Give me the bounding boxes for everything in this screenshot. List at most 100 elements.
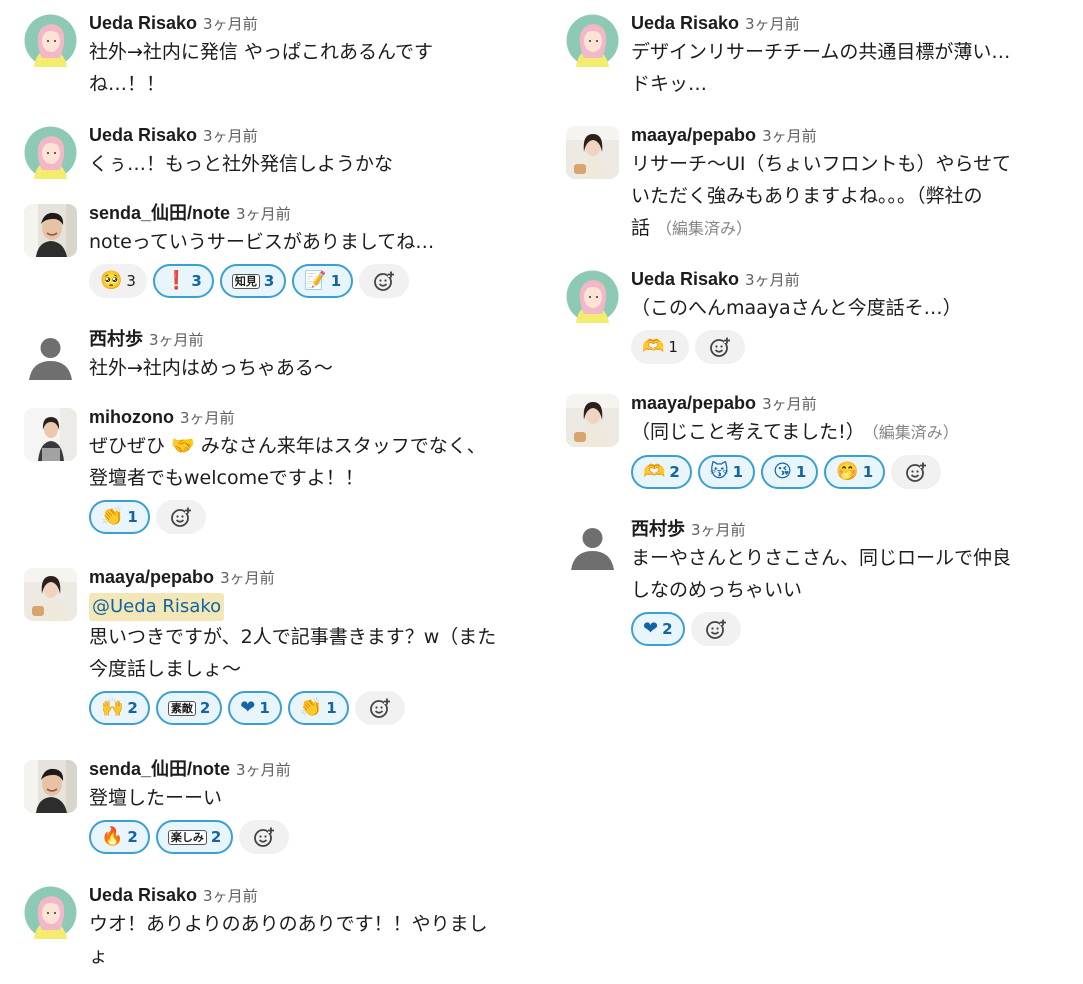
reaction-pill[interactable]: 👏 1 [287, 691, 349, 725]
message-header: maaya/pepabo 3ヶ月前 [631, 122, 1076, 148]
message-content: mihozono 3ヶ月前 ぜひぜひ 🤝 みなさん来年はスタッフでなく、 登壇者でもw… [89, 404, 544, 536]
tanoshimi-badge-icon: 楽しみ [167, 829, 207, 845]
author-name[interactable]: 西村歩 [89, 329, 143, 349]
message-line: まーやさんとりさこさん、同じロールで仲良 [631, 547, 1012, 569]
author-name[interactable]: senda_仙田/note [89, 203, 230, 223]
reaction-count: 3 [191, 272, 202, 290]
author-name[interactable]: 西村歩 [631, 519, 685, 539]
reaction-pill[interactable]: 知見 3 [219, 264, 287, 298]
message-line: ょ [89, 945, 109, 967]
timestamp[interactable]: 3ヶ月前 [180, 409, 235, 427]
reaction-pill[interactable]: 🔥 2 [89, 820, 150, 854]
reaction-pill[interactable]: 📝 1 [292, 264, 354, 298]
avatar[interactable] [566, 126, 619, 179]
avatar[interactable] [24, 886, 77, 939]
reaction-pill[interactable]: ❗ 3 [152, 264, 214, 298]
reaction-pill[interactable]: 🥺 3 [89, 264, 147, 298]
reaction-pill[interactable]: 🫶 2 [631, 455, 692, 489]
hush-face-icon: 🤭 [836, 461, 859, 482]
suteki-badge-icon: 素敵 [167, 700, 196, 716]
timestamp[interactable]: 3ヶ月前 [220, 569, 275, 587]
message-text: リサーチ〜UI（ちょいフロントも）やらせて いただく強みもありますよね。。。（弊社… [631, 148, 1076, 245]
avatar[interactable] [24, 204, 77, 257]
author-name[interactable]: Ueda Risako [631, 13, 739, 33]
timestamp[interactable]: 3ヶ月前 [691, 521, 746, 539]
reaction-pill[interactable]: 👏 1 [89, 500, 150, 534]
add-reaction-button[interactable] [891, 455, 942, 489]
add-reaction-button[interactable] [354, 691, 405, 725]
timestamp[interactable]: 3ヶ月前 [203, 15, 258, 33]
timestamp[interactable]: 3ヶ月前 [203, 887, 258, 905]
message-text: くぅ…！もっと社外発信しようかな [89, 148, 544, 180]
mention-row: @Ueda Risako [89, 590, 544, 621]
message-text: （同じこと考えてました!） （編集済み） [631, 416, 1076, 449]
message-content: Ueda Risako 3ヶ月前 （このへんmaayaさんと今度話そ…） 🫶 1 [631, 266, 1076, 366]
avatar[interactable] [24, 330, 77, 383]
message-header: Ueda Risako 3ヶ月前 [89, 10, 544, 36]
message-header: 西村歩 3ヶ月前 [631, 516, 1076, 542]
reaction-pill[interactable]: ❤ 2 [631, 612, 685, 646]
author-name[interactable]: maaya/pepabo [631, 125, 756, 145]
reaction-pill[interactable]: 😘 1 [761, 455, 819, 489]
timestamp[interactable]: 3ヶ月前 [745, 271, 800, 289]
add-reaction-button[interactable] [359, 264, 410, 298]
reaction-count: 1 [330, 272, 342, 290]
message-header: senda_仙田/note 3ヶ月前 [89, 200, 544, 226]
author-name[interactable]: Ueda Risako [89, 885, 197, 905]
timestamp[interactable]: 3ヶ月前 [149, 331, 204, 349]
memo-icon: 📝 [304, 270, 327, 291]
author-name[interactable]: senda_仙田/note [89, 759, 230, 779]
avatar[interactable] [566, 14, 619, 67]
add-reaction-button[interactable] [239, 820, 290, 854]
avatar[interactable] [24, 760, 77, 813]
user-mention[interactable]: @Ueda Risako [89, 593, 225, 621]
author-name[interactable]: Ueda Risako [89, 13, 197, 33]
message-header: senda_仙田/note 3ヶ月前 [89, 756, 544, 782]
raised-hands-icon: 🙌 [101, 697, 124, 718]
pleading-face-icon: 🥺 [100, 270, 123, 291]
avatar[interactable] [24, 568, 77, 621]
reaction-pill[interactable]: 🤭 1 [824, 455, 886, 489]
reaction-pill[interactable]: 🙌 2 [89, 691, 150, 725]
reaction-pill[interactable]: 楽しみ 2 [155, 820, 234, 854]
timestamp[interactable]: 3ヶ月前 [762, 395, 817, 413]
add-reaction-button[interactable] [155, 500, 206, 534]
message-line: noteっていうサービスがありましてね… [89, 231, 435, 253]
avatar[interactable] [566, 394, 619, 447]
avatar[interactable] [566, 520, 619, 573]
avatar[interactable] [24, 126, 77, 179]
message-content: maaya/pepabo 3ヶ月前 （同じこと考えてました!） （編集済み） 🫶 2 😽 1 😘… [631, 390, 1076, 491]
reaction-count: 2 [199, 699, 211, 717]
message-line: いただく強みもありますよね。。。（弊社の [631, 185, 983, 207]
reaction-pill[interactable]: 😽 1 [697, 455, 756, 489]
timestamp[interactable]: 3ヶ月前 [203, 127, 258, 145]
add-reaction-button[interactable] [694, 330, 745, 364]
reaction-count: 3 [126, 272, 136, 290]
avatar[interactable] [24, 14, 77, 67]
timestamp[interactable]: 3ヶ月前 [236, 761, 291, 779]
message-line: 思いつきですが、2人で記事書きます？w（また [89, 626, 497, 648]
edited-label: （編集済み） [656, 219, 753, 238]
timestamp[interactable]: 3ヶ月前 [762, 127, 817, 145]
author-name[interactable]: mihozono [89, 407, 174, 427]
shitteru-badge-icon: 知見 [231, 273, 260, 289]
avatar[interactable] [566, 270, 619, 323]
author-name[interactable]: Ueda Risako [89, 125, 197, 145]
reaction-pill[interactable]: 🫶 1 [631, 330, 689, 364]
message-header: Ueda Risako 3ヶ月前 [89, 882, 544, 908]
author-name[interactable]: maaya/pepabo [631, 393, 756, 413]
message-line: リサーチ〜UI（ちょいフロントも）やらせて [631, 153, 1012, 175]
timestamp[interactable]: 3ヶ月前 [236, 205, 291, 223]
message-line: 今度話しましょ〜 [89, 658, 242, 680]
timestamp[interactable]: 3ヶ月前 [745, 15, 800, 33]
author-name[interactable]: maaya/pepabo [89, 567, 214, 587]
author-name[interactable]: Ueda Risako [631, 269, 739, 289]
avatar[interactable] [24, 408, 77, 461]
reaction-pill[interactable]: ❤ 1 [228, 691, 282, 725]
message-header: Ueda Risako 3ヶ月前 [631, 10, 1076, 36]
heart-hands-icon: 🫶 [642, 336, 665, 357]
reaction-pill[interactable]: 素敵 2 [155, 691, 223, 725]
message-line: 登壇したーーい [89, 787, 223, 809]
add-reaction-button[interactable] [690, 612, 741, 646]
kissing-cat-icon: 😽 [709, 461, 729, 482]
